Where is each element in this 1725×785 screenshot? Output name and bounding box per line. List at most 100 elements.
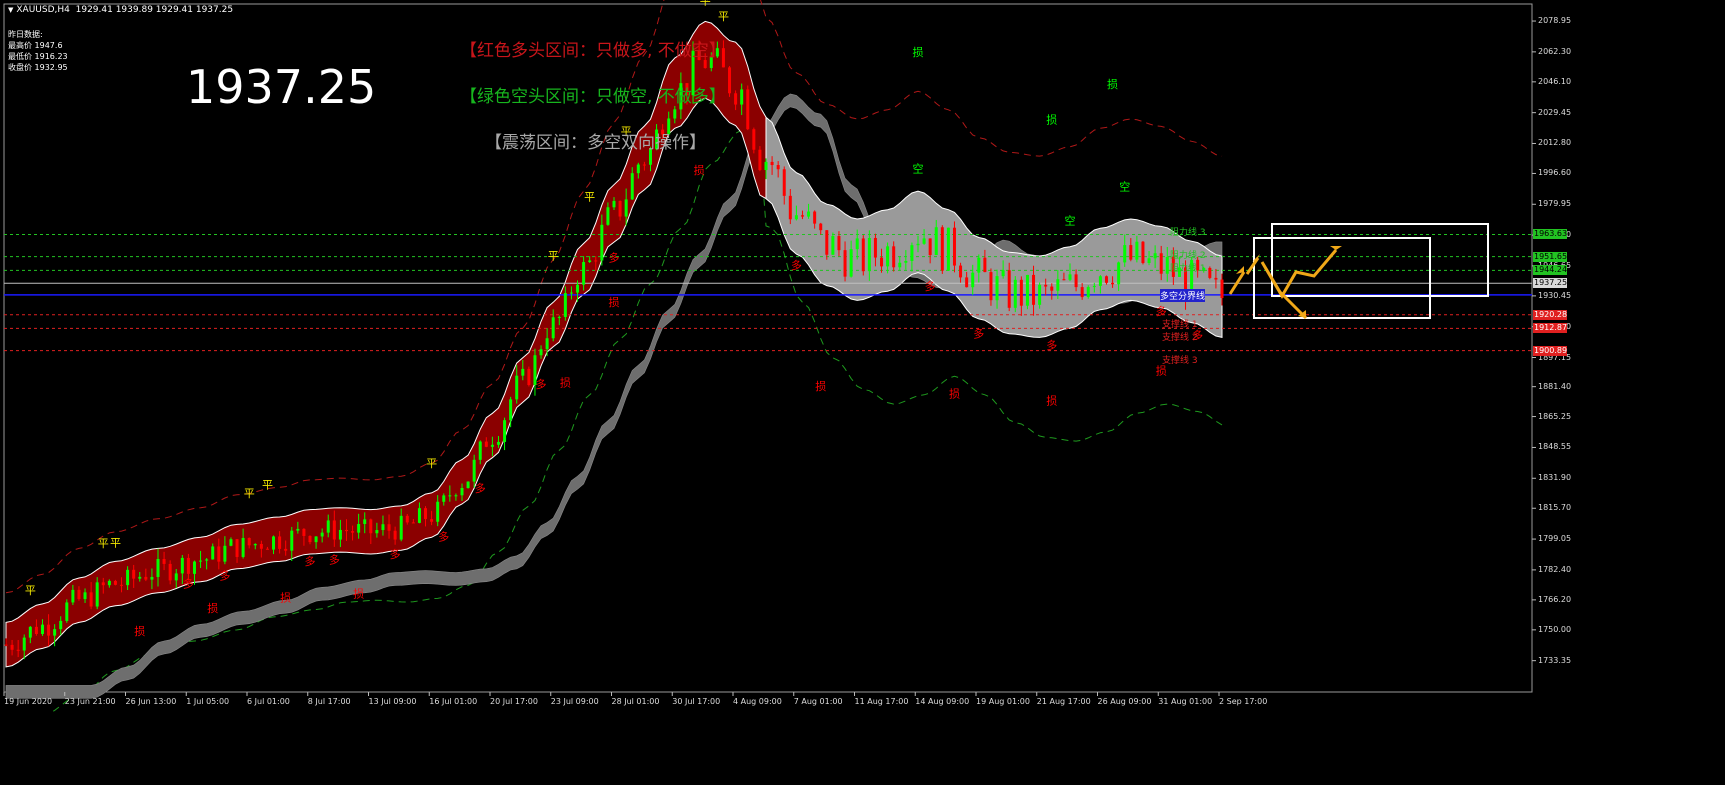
candle-body <box>259 543 263 549</box>
candle-body <box>588 260 592 263</box>
candle-body <box>983 257 987 273</box>
stop-marker: 损 <box>560 376 571 390</box>
candle-body <box>235 539 239 557</box>
time-tick-label: 16 Jul 01:00 <box>429 697 478 706</box>
candle-body <box>946 227 950 271</box>
candle-body <box>758 149 762 171</box>
candle-body <box>612 200 616 208</box>
price-tick-label: 1782.40 <box>1538 564 1572 574</box>
candle-body <box>393 530 397 540</box>
support-label: 支撑线 3 <box>1162 355 1198 366</box>
time-tick-label: 6 Jul 01:00 <box>247 697 290 706</box>
long-marker: 多 <box>219 568 230 582</box>
forecast-arrowhead-icon <box>1330 246 1342 250</box>
time-tick-label: 1 Jul 05:00 <box>186 697 230 706</box>
candle-body <box>764 161 768 171</box>
candle-body <box>1141 241 1145 264</box>
candle-body <box>636 164 640 174</box>
price-tick-label: 1733.35 <box>1538 655 1572 665</box>
candle-body <box>971 272 975 288</box>
resistance-price-tag: 1963.63 <box>1533 229 1568 240</box>
candle-body <box>424 508 428 520</box>
legend-bear-zone: 【绿色空头区间：只做空, 不做多】 <box>460 87 726 107</box>
candle-body <box>1159 253 1163 274</box>
time-tick-label: 8 Jul 17:00 <box>307 697 351 706</box>
candle-body <box>600 224 604 261</box>
support-price-tag: 1912.87 <box>1533 323 1568 334</box>
candle-body <box>326 520 330 533</box>
resistance-label: 阻力线 3 <box>1170 228 1206 239</box>
candle-body <box>344 529 348 532</box>
yesterday-data-panel: 昨日数据: 最高价 1947.6 最低价 1916.23 收盘价 1932.95 <box>8 29 68 73</box>
stop-marker: 损 <box>913 45 924 59</box>
resistance-price-tag: 1944.24 <box>1533 265 1568 276</box>
candle-body <box>144 576 148 580</box>
candle-body <box>782 169 786 196</box>
candle-body <box>952 227 956 266</box>
long-marker: 多 <box>1046 338 1057 352</box>
candle-body <box>807 211 811 217</box>
candle-body <box>965 277 969 288</box>
candle-body <box>34 626 38 634</box>
resistance-price-tag: 1951.65 <box>1533 251 1568 262</box>
candle-body <box>1092 285 1096 288</box>
candle-body <box>740 89 744 105</box>
time-tick-label: 30 Jul 17:00 <box>672 697 721 706</box>
candle-body <box>89 592 93 607</box>
candle-body <box>448 495 452 497</box>
candle-body <box>466 481 470 488</box>
candle-body <box>861 238 865 272</box>
forecast-box-outer[interactable] <box>1253 237 1431 319</box>
candle-body <box>113 580 117 585</box>
candle-body <box>813 211 817 224</box>
candle-body <box>995 276 999 301</box>
candle-body <box>399 515 403 540</box>
candle-body <box>53 629 57 636</box>
stop-marker: 损 <box>134 624 145 638</box>
candle-body <box>630 173 634 200</box>
candle-body <box>411 522 415 524</box>
stop-marker: 损 <box>609 295 620 309</box>
candle-body <box>205 559 209 561</box>
price-tick-label: 2012.80 <box>1538 138 1572 148</box>
yesterday-title: 昨日数据: <box>8 30 43 39</box>
candle-body <box>1123 245 1127 263</box>
candle-body <box>40 624 44 634</box>
candle-body <box>843 250 847 277</box>
candle-body <box>867 237 871 272</box>
time-tick-label: 14 Aug 09:00 <box>915 697 970 706</box>
candle-body <box>363 519 367 524</box>
chart-header: ▼ XAUUSD,H4 1929.41 1939.89 1929.41 1937.… <box>8 5 233 15</box>
time-tick-label: 28 Jul 01:00 <box>611 697 660 706</box>
candle-body <box>1001 270 1005 277</box>
candle-body <box>430 519 434 522</box>
flat-marker: 平 <box>548 250 559 263</box>
long-marker: 多 <box>925 279 936 293</box>
candle-body <box>1165 257 1169 274</box>
candle-body <box>1086 287 1090 298</box>
flat-marker: 平 <box>244 487 255 500</box>
candle-body <box>642 164 646 166</box>
candle-body <box>1129 245 1133 260</box>
support-price-tag: 1900.89 <box>1533 345 1568 356</box>
candle-body <box>624 199 628 217</box>
collapse-triangle-icon[interactable]: ▼ <box>8 6 13 14</box>
candle-body <box>71 589 75 603</box>
price-tick-label: 1848.55 <box>1538 442 1572 452</box>
chart-window[interactable]: 平平平平平平平平平平平多多多多多多多多多多多多多多多空空空损损损损损损损损损损损… <box>0 0 1572 712</box>
candle-body <box>95 582 99 607</box>
candle-body <box>977 257 981 273</box>
candle-body <box>47 624 51 636</box>
candle-body <box>83 592 87 600</box>
symbol-label: XAUUSD,H4 <box>16 5 70 15</box>
candle-body <box>405 515 409 523</box>
price-tick-label: 1930.45 <box>1538 290 1572 300</box>
candle-body <box>539 349 543 356</box>
candle-body <box>120 584 124 586</box>
yesterday-low: 最低价 1916.23 <box>8 52 68 61</box>
time-tick-label: 26 Aug 09:00 <box>1097 697 1152 706</box>
candle-body <box>1038 284 1042 305</box>
candle-body <box>1104 276 1108 283</box>
candle-body <box>898 262 902 268</box>
candle-body <box>734 93 738 105</box>
